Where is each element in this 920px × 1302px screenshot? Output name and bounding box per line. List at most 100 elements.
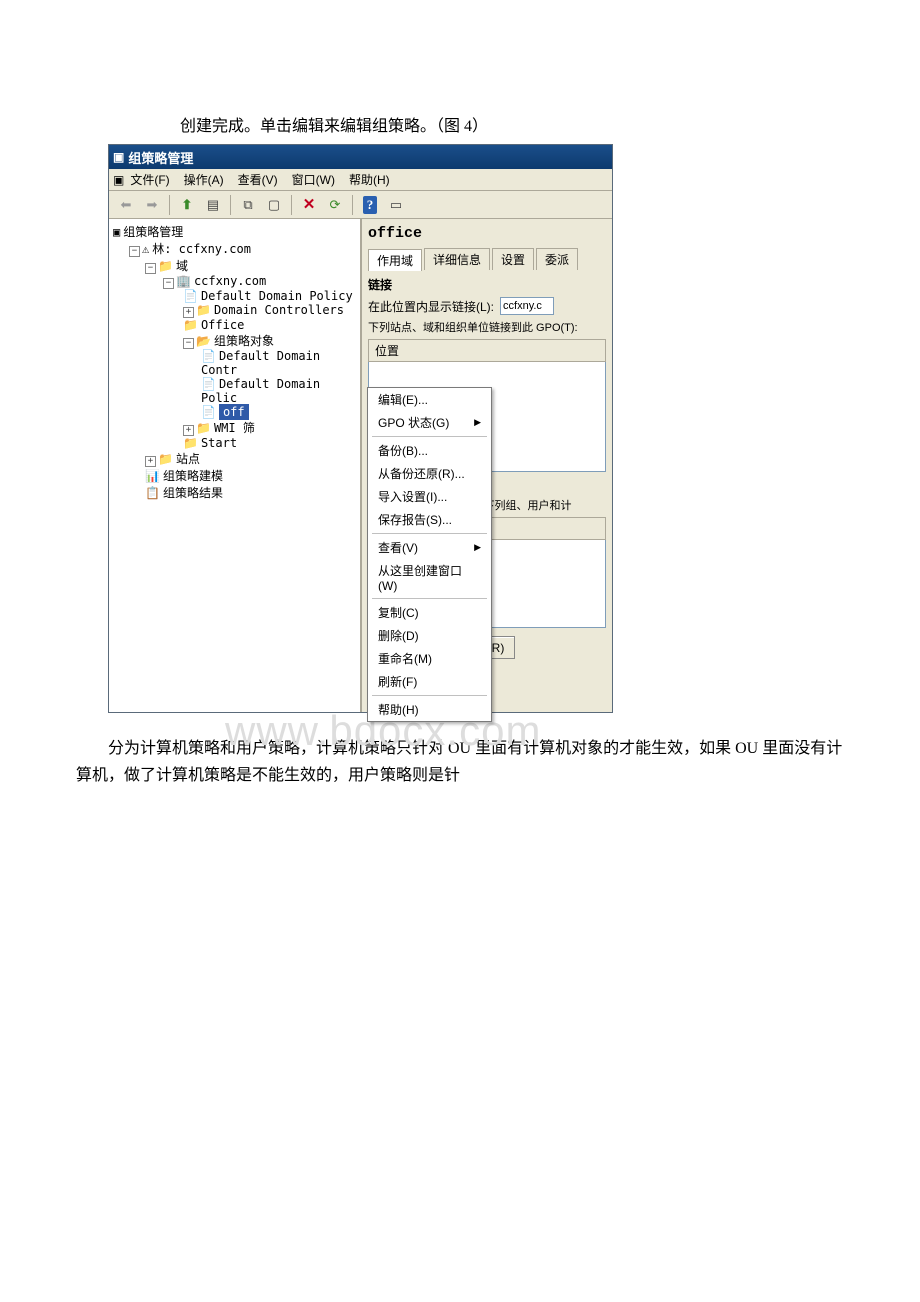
context-new-window[interactable]: 从这里创建窗口(W) [368,559,491,596]
tree-default-domain-contr[interactable]: 📄Default Domain Contr [111,349,358,377]
context-newwin-label: 从这里创建窗口(W) [378,562,481,593]
help-button[interactable]: ? [359,194,381,216]
context-save-report[interactable]: 保存报告(S)... [368,508,491,531]
title-bar: ▣ 组策略管理 [109,145,612,169]
arrow-right-icon: ➡ [147,197,158,213]
menu-window[interactable]: 窗口(W) [292,171,335,188]
body-paragraph: 分为计算机策略和用户策略，计算机策略只针对 OU 里面有计算机对象的才能生效，如… [76,735,844,789]
gpo-folder-icon: 📂 [196,334,211,348]
tree-results[interactable]: 📋组策略结果 [111,484,358,501]
tree-domains[interactable]: −📁域 [111,257,358,274]
context-help[interactable]: 帮助(H) [368,698,491,721]
context-refresh[interactable]: 刷新(F) [368,670,491,693]
tree-starter-gpo[interactable]: 📁Start [111,436,358,450]
intro-paragraph: 创建完成。单击编辑来编辑组策略。（图 4） [180,112,920,136]
refresh-button[interactable]: ⟳ [324,194,346,216]
show-hide-button[interactable]: ▤ [202,194,224,216]
copy-button[interactable]: ⧉ [237,194,259,216]
toolbar-separator [230,195,231,215]
tree-ddp2-label: Default Domain Polic [201,377,320,405]
tree-sites-label: 站点 [176,452,200,466]
console-tree[interactable]: ▣组策略管理 −⚠林: ccfxny.com −📁域 −🏢ccfxny.com … [111,223,358,501]
context-copy[interactable]: 复制(C) [368,601,491,624]
page: 创建完成。单击编辑来编辑组策略。（图 4） ▣ 组策略管理 ▣ 文件(F) 操作… [0,112,920,789]
tree-modeling[interactable]: 📊组策略建模 [111,467,358,484]
tree-domains-label: 域 [176,259,188,273]
arrow-left-icon: ⬅ [121,197,132,213]
results-icon: 📋 [145,486,160,500]
gpo-icon: 📄 [201,377,216,391]
tree-office-gpo[interactable]: 📄off [111,405,358,419]
context-restore[interactable]: 从备份还原(R)... [368,462,491,485]
tree-results-label: 组策略结果 [163,486,223,500]
context-gpostatus-label: GPO 状态(G) [378,414,449,431]
menu-action[interactable]: 操作(A) [184,171,224,188]
up-button[interactable]: ⬆ [176,194,198,216]
collapse-icon[interactable]: − [183,338,194,349]
tree-default-domain-policy[interactable]: 📄Default Domain Policy [111,289,358,303]
tab-row: 作用域 详细信息 设置 委派 [368,248,606,270]
forward-button[interactable]: ➡ [141,194,163,216]
toolbar-separator [169,195,170,215]
location-column-header[interactable]: 位置 [368,339,606,362]
menu-help[interactable]: 帮助(H) [349,171,390,188]
ou-icon: 📁 [183,318,198,332]
menu-view[interactable]: 查看(V) [238,171,278,188]
context-separator [372,598,487,599]
collapse-icon[interactable]: − [163,278,174,289]
delete-button[interactable]: ✕ [298,194,320,216]
collapse-icon[interactable]: − [129,246,140,257]
back-button[interactable]: ⬅ [115,194,137,216]
domains-icon: 📁 [158,259,173,273]
menu-bar: ▣ 文件(F) 操作(A) 查看(V) 窗口(W) 帮助(H) [109,169,612,191]
show-links-label: 在此位置内显示链接(L): [368,298,494,315]
context-gpo-status[interactable]: GPO 状态(G) ▶ [368,411,491,434]
tab-delegation[interactable]: 委派 [536,248,578,270]
expand-icon[interactable]: + [183,307,194,318]
context-view[interactable]: 查看(V)▶ [368,536,491,559]
menu-app-icon: ▣ [113,173,124,187]
tab-settings[interactable]: 设置 [492,248,534,270]
paste-button[interactable]: ▢ [263,194,285,216]
tree-domain-controllers[interactable]: +📁Domain Controllers [111,303,358,318]
menu-file[interactable]: 文件(F) [130,171,169,188]
tree-domain[interactable]: −🏢ccfxny.com [111,274,358,289]
submenu-arrow-icon: ▶ [474,417,481,428]
context-backup[interactable]: 备份(B)... [368,439,491,462]
tree-domain-label: ccfxny.com [194,274,266,288]
tree-selected-label: off [219,404,249,420]
context-import[interactable]: 导入设置(I)... [368,485,491,508]
tree-wmi-filters[interactable]: +📁WMI 筛 [111,419,358,436]
gpo-icon: 📄 [201,405,216,419]
expand-icon[interactable]: + [183,425,194,436]
context-delete[interactable]: 删除(D) [368,624,491,647]
ou-icon: 📁 [196,303,211,317]
tree-forest-label: 林: ccfxny.com [152,242,251,256]
context-separator [372,533,487,534]
links-section-label: 链接 [368,276,606,293]
context-edit[interactable]: 编辑(E)... [368,388,491,411]
tab-scope[interactable]: 作用域 [368,249,422,271]
gpo-icon: 📄 [201,349,216,363]
window-icon: ▭ [390,197,402,213]
tree-sites[interactable]: +📁站点 [111,450,358,467]
gpmc-screenshot: ▣ 组策略管理 ▣ 文件(F) 操作(A) 查看(V) 窗口(W) 帮助(H) … [108,144,613,713]
show-links-input[interactable] [500,297,554,315]
tree-forest[interactable]: −⚠林: ccfxny.com [111,240,358,257]
context-edit-label: 编辑(E)... [378,391,428,408]
modeling-icon: 📊 [145,469,160,483]
collapse-icon[interactable]: − [145,263,156,274]
context-separator [372,436,487,437]
tree-wmi-label: WMI 筛 [214,421,255,435]
forest-icon: ⚠ [142,242,149,256]
tree-pane: ▣组策略管理 −⚠林: ccfxny.com −📁域 −🏢ccfxny.com … [109,219,362,712]
context-rename[interactable]: 重命名(M) [368,647,491,670]
tree-root[interactable]: ▣组策略管理 [111,223,358,240]
tree-office-ou[interactable]: 📁Office [111,318,358,332]
window-button[interactable]: ▭ [385,194,407,216]
tree-default-domain-polic[interactable]: 📄Default Domain Polic [111,377,358,405]
tree-gpo-objects[interactable]: −📂组策略对象 [111,332,358,349]
expand-icon[interactable]: + [145,456,156,467]
tab-details[interactable]: 详细信息 [424,248,490,270]
tree-ddp-label: Default Domain Policy [201,289,353,303]
